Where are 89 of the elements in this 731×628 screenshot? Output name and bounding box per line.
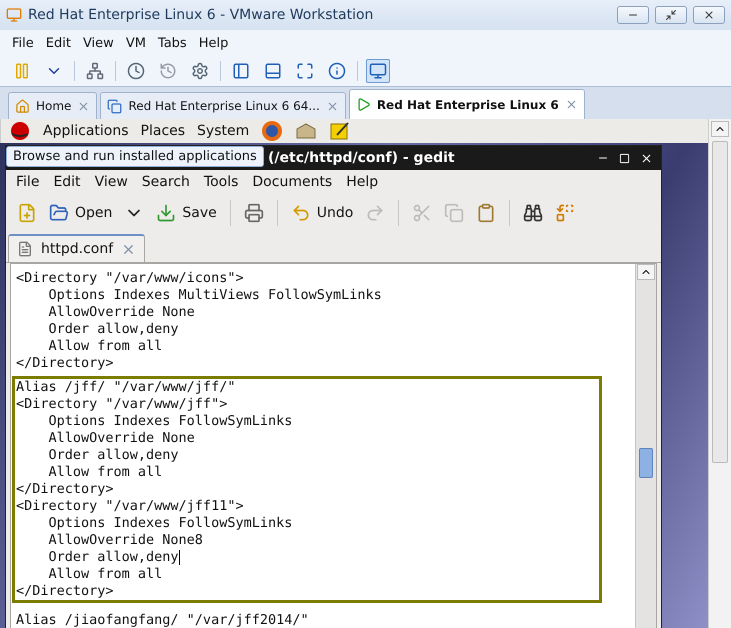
undo-icon [290, 203, 311, 223]
pause-icon [13, 62, 31, 80]
tab[interactable]: Red Hat Enterprise Linux 6 64... [100, 92, 346, 119]
code-line: </Directory> [16, 583, 115, 600]
code-line: <Directory "/var/www/jff11"> [16, 498, 245, 515]
menu-item[interactable]: View [88, 174, 134, 190]
close-icon[interactable] [564, 98, 578, 111]
gear-icon [191, 62, 209, 80]
close-icon [640, 152, 653, 164]
window-title: Red Hat Enterprise Linux 6 - VMware Workstation [28, 7, 374, 23]
maximize-button[interactable] [655, 6, 687, 24]
menu-item[interactable]: View [78, 34, 118, 52]
network-icon [86, 62, 104, 80]
printer-icon [244, 203, 264, 223]
code-line: Allow from all [48, 464, 164, 481]
code-line: Options Indexes FollowSymLinks [48, 515, 294, 532]
new-document-icon [17, 203, 37, 223]
redo-icon [365, 203, 386, 223]
sidebar-view-icon [232, 62, 250, 80]
document-icon [17, 241, 33, 257]
code-line: AllowOverride None [48, 430, 196, 447]
scroll-up-button[interactable] [637, 264, 655, 280]
code-line: Options Indexes FollowSymLinks [48, 413, 294, 430]
menu-item[interactable]: Help [194, 34, 232, 52]
close-icon[interactable] [77, 100, 90, 112]
menu-item[interactable]: Edit [42, 34, 75, 52]
home-icon [15, 98, 30, 114]
folder-button[interactable]: Open [46, 200, 116, 226]
scrollbar-thumb[interactable] [639, 448, 653, 478]
code-line: <Directory "/var/www/icons"> [16, 270, 245, 287]
code-line: AllowOverride None [48, 304, 196, 321]
snapshot-icon [127, 62, 145, 80]
monitor-button[interactable] [366, 59, 390, 83]
fullscreen-icon [296, 62, 314, 80]
code-line: AllowOverride None8 [48, 532, 204, 549]
panel-menu[interactable]: Applications [43, 123, 129, 139]
menu-item[interactable]: File [10, 174, 46, 190]
code-line: Allow from all [48, 338, 164, 355]
code-line: Options Indexes MultiViews FollowSymLinks [48, 287, 383, 304]
globe-icon[interactable] [261, 120, 284, 142]
code-line: Alias /jiaofangfang/ "/var/jff2014/" [16, 612, 310, 628]
scrollbar-thumb[interactable] [712, 141, 728, 463]
menu-item[interactable]: Help [340, 174, 384, 190]
undo-button[interactable]: Undo [288, 200, 356, 226]
close-icon[interactable] [326, 100, 339, 112]
panel-menu[interactable]: System [197, 123, 250, 139]
panel-menu[interactable]: Places [140, 123, 186, 139]
folder-icon [49, 203, 69, 223]
code-line: Alias /jff/ "/var/www/jff/" [16, 379, 236, 396]
code-line: Order allow,deny [48, 321, 180, 338]
menu-item[interactable]: Tools [198, 174, 244, 190]
bottom-bar-icon [264, 62, 282, 80]
code-line: <Directory "/var/www/jff"> [16, 396, 228, 413]
code-line: Order allow,deny [48, 447, 180, 464]
replace-icon [555, 203, 576, 223]
revert-icon [159, 62, 177, 80]
menu-item[interactable]: Documents [246, 174, 338, 190]
copy-icon [444, 203, 464, 223]
window-title: (/etc/httpd/conf) - gedit [268, 150, 456, 166]
hat-logo-icon [9, 121, 31, 141]
play-icon [356, 97, 371, 112]
menu-item[interactable]: VM [122, 34, 150, 52]
save-icon [156, 203, 176, 223]
maximize-icon [619, 152, 630, 164]
close-icon [703, 9, 715, 21]
scissors-icon [412, 203, 432, 223]
menu-item[interactable]: Search [136, 174, 196, 190]
notepad-icon[interactable] [329, 121, 352, 141]
tab[interactable]: Home [8, 92, 98, 119]
document-tab[interactable]: httpd.conf [8, 234, 146, 262]
code-line: </Directory> [16, 481, 115, 498]
menu-item[interactable]: Tabs [154, 34, 191, 52]
code-line: Allow from all [48, 566, 164, 583]
info-icon [328, 62, 346, 80]
clipboard-icon [476, 203, 496, 223]
code-line: Order allow,deny [48, 549, 181, 566]
close-button[interactable] [693, 6, 725, 24]
monitor-icon [369, 62, 387, 80]
code-line: </Directory> [16, 355, 115, 372]
menu-item[interactable]: File [8, 34, 38, 52]
tooltip: Browse and run installed applications [6, 146, 264, 167]
close-button[interactable] [640, 152, 653, 164]
restore-icon [665, 9, 677, 21]
binoculars-icon [523, 203, 544, 223]
scroll-up-button[interactable] [711, 121, 729, 137]
vm-icon [107, 98, 122, 114]
menu-item[interactable]: Edit [47, 174, 87, 190]
tab[interactable]: Red Hat Enterprise Linux 6 [348, 89, 585, 119]
save-button[interactable]: Save [153, 200, 220, 226]
